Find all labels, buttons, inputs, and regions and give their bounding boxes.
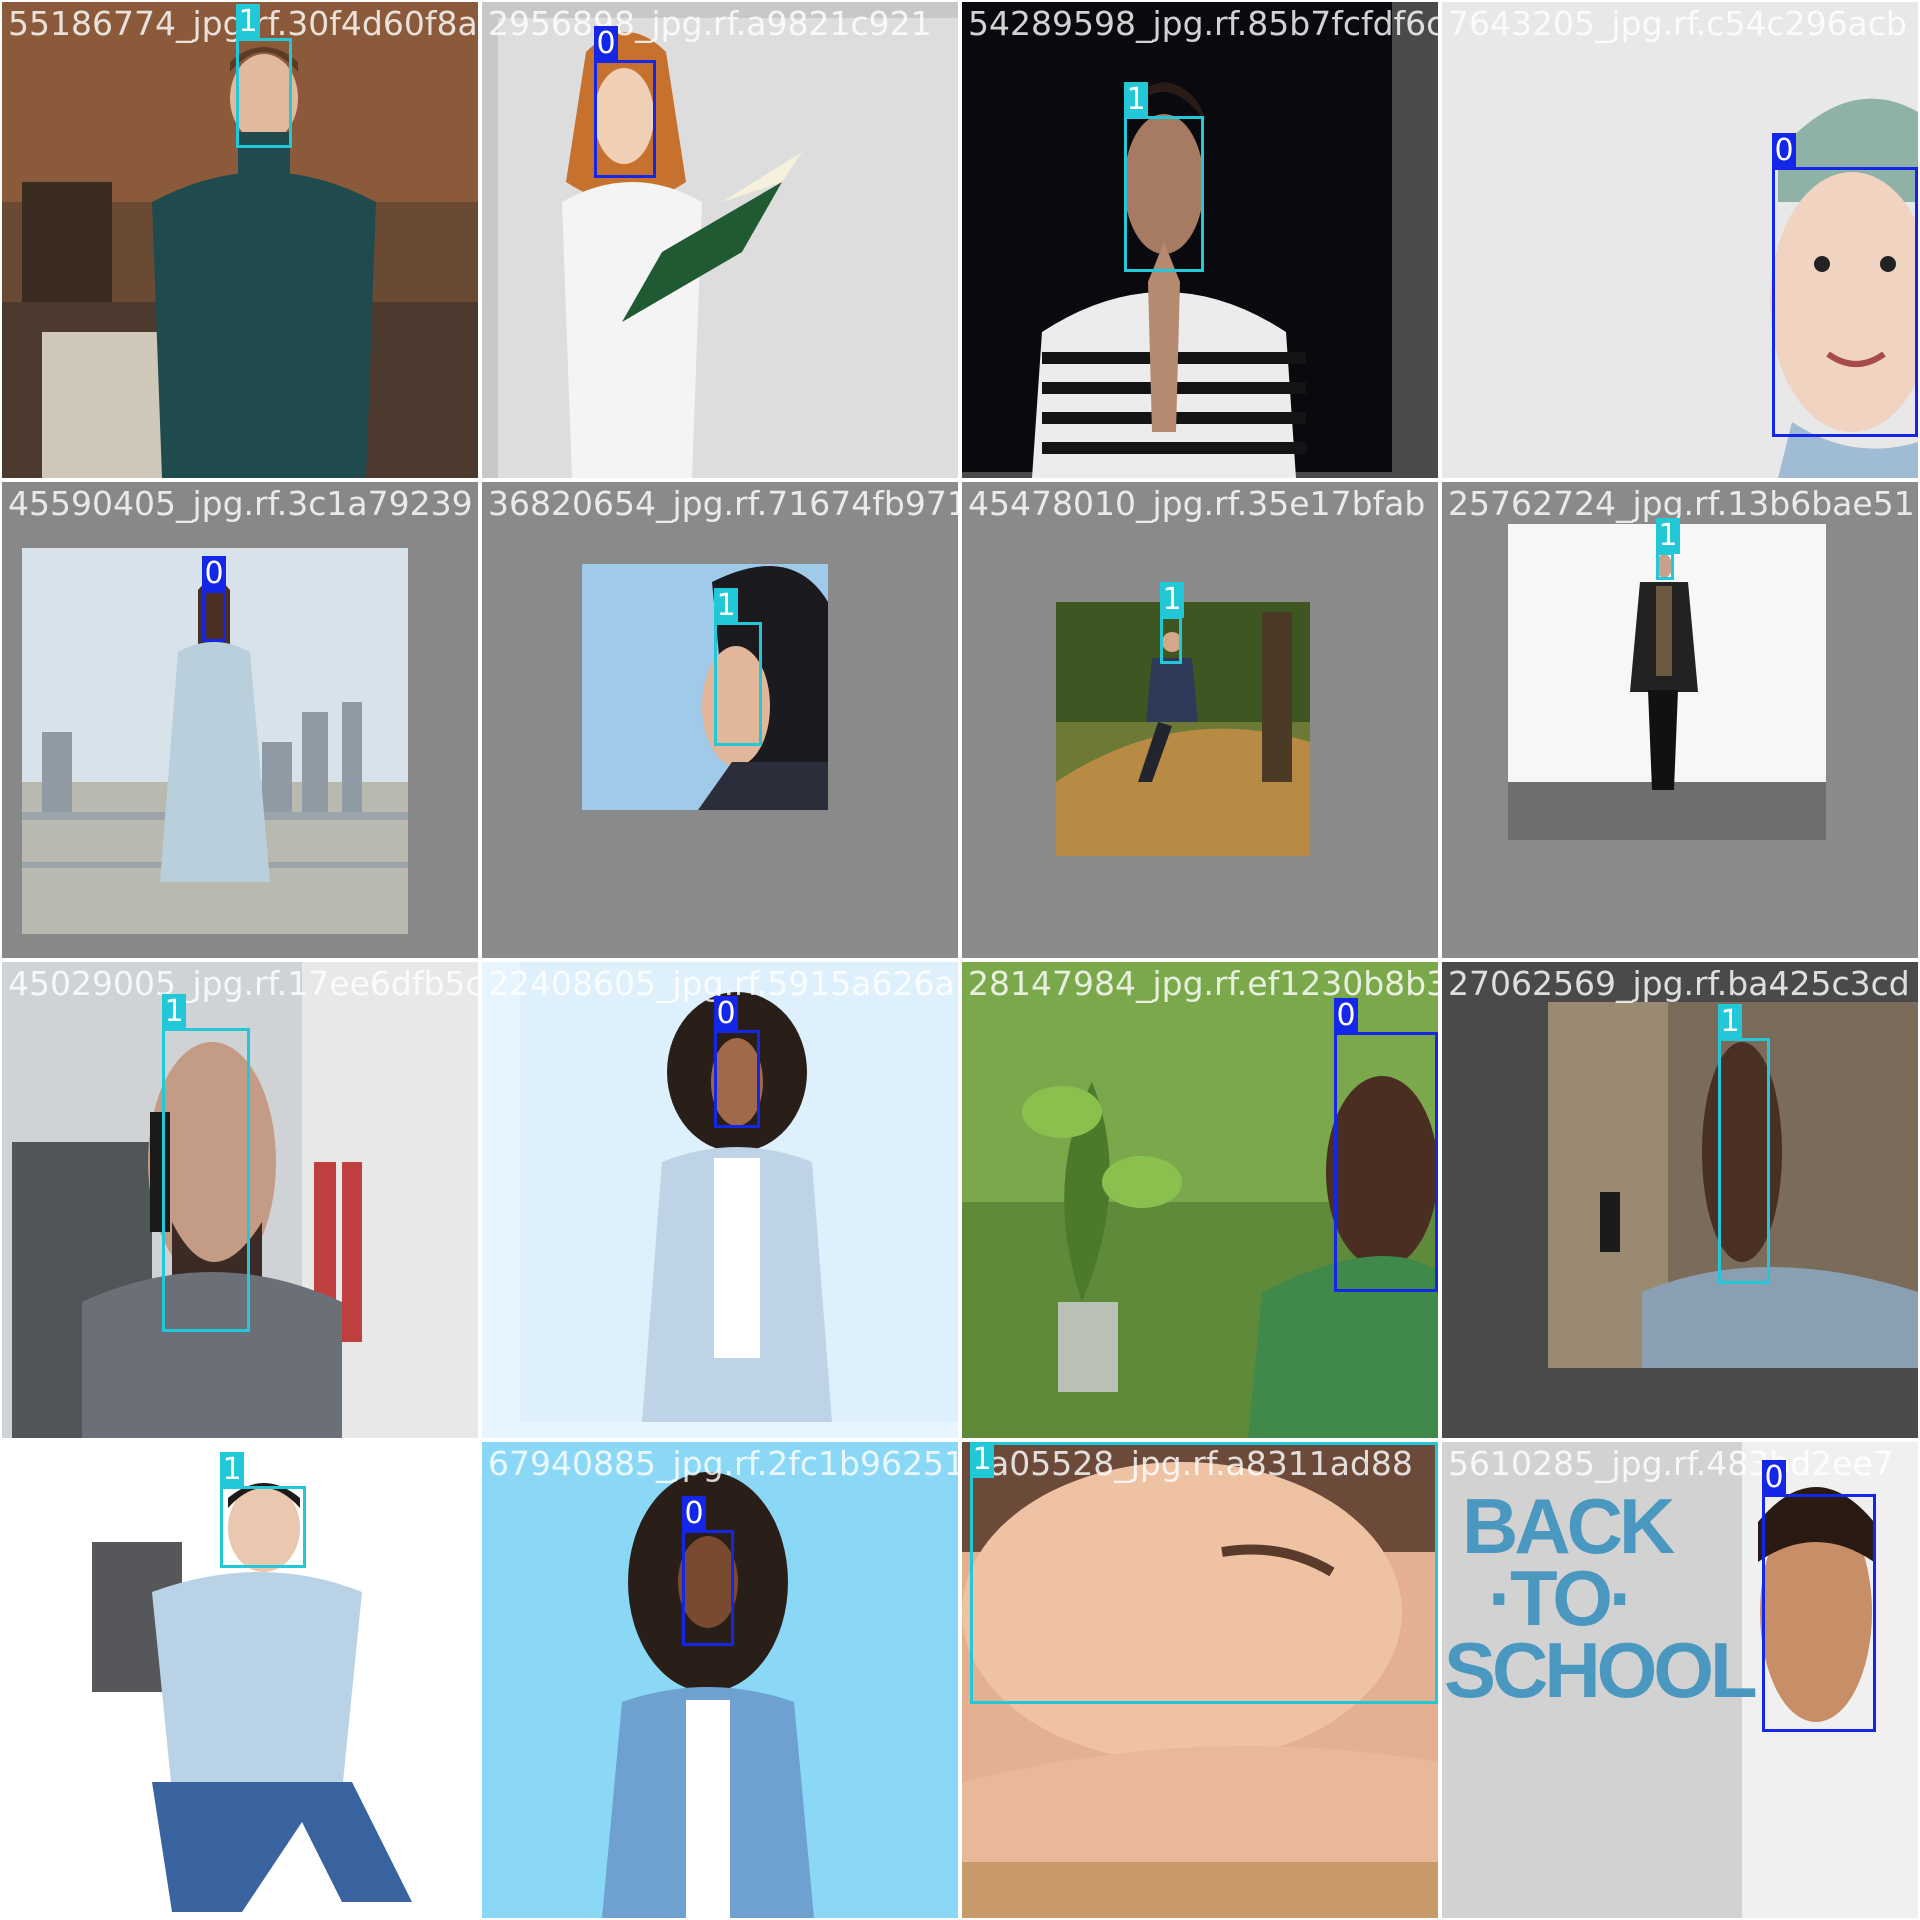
mosaic-tile: 67940885_jpg.rf.2fc1b96251 0: [482, 1442, 958, 1918]
bounding-box: [714, 622, 762, 746]
mosaic-tile: 36820654_jpg.rf.71674fb9718 1: [482, 482, 958, 958]
tile-photo: [1442, 962, 1918, 1438]
mosaic-tile: 2956898_jpg.rf.a9821c921 0: [482, 2, 958, 478]
bounding-box: [594, 60, 656, 178]
bounding-box: [1772, 167, 1918, 437]
mosaic-tile: 54289598_jpg.rf.85b7fcfdf6c 1: [962, 2, 1438, 478]
class-label: 0: [1334, 998, 1358, 1034]
class-label: 1: [1718, 1004, 1742, 1040]
class-label: 0: [1762, 1460, 1786, 1496]
bounding-box: [1124, 116, 1204, 272]
bounding-box: [682, 1530, 734, 1646]
detection-mosaic: 55186774_jpg.rf.30f4d60f8a1 2956898_jpg.…: [0, 0, 1920, 1920]
mosaic-tile: 45029005_jpg.rf.17ee6dfb5c 1: [2, 962, 478, 1438]
bounding-box: [1656, 552, 1674, 580]
mosaic-tile: 22408605_jpg.rf.5915a626a 0: [482, 962, 958, 1438]
sign-text: BACK: [1462, 1482, 1675, 1570]
bounding-box: [162, 1028, 250, 1332]
mosaic-tile: 31216414_jpg.rf.42f1e410d81: [2, 1442, 478, 1918]
tile-photo: [962, 482, 1438, 958]
class-label: 0: [714, 996, 738, 1032]
bounding-box: [202, 590, 226, 642]
class-label: 1: [1160, 582, 1184, 618]
class-label: 1: [970, 1442, 994, 1478]
mosaic-tile: 7643205_jpg.rf.c54c296acb 0: [1442, 2, 1918, 478]
class-label: 0: [594, 26, 618, 62]
bounding-box: [1160, 616, 1182, 664]
tile-photo: [2, 482, 478, 958]
mosaic-tile: 5a05528_jpg.rf.a8311ad88 1: [962, 1442, 1438, 1918]
class-label: 1: [236, 4, 260, 40]
class-label: 0: [682, 1496, 706, 1532]
class-label: 1: [162, 994, 186, 1030]
mosaic-tile: 45590405_jpg.rf.3c1a79239 0: [2, 482, 478, 958]
mosaic-tile: 25762724_jpg.rf.13b6bae51 1: [1442, 482, 1918, 958]
tile-photo: [1442, 482, 1918, 958]
sign-text: SCHOOL: [1444, 1626, 1758, 1714]
class-label: 1: [714, 588, 738, 624]
class-label: 0: [1772, 133, 1796, 169]
class-label: 1: [220, 1452, 244, 1488]
mosaic-tile: 45478010_jpg.rf.35e17bfab 1: [962, 482, 1438, 958]
class-label: 0: [202, 556, 226, 592]
class-label: 1: [1124, 82, 1148, 118]
tile-photo: [482, 2, 958, 478]
mosaic-tile: 27062569_jpg.rf.ba425c3cd 1: [1442, 962, 1918, 1438]
bounding-box: [970, 1442, 1438, 1704]
bounding-box: [220, 1486, 306, 1568]
bounding-box: [1762, 1494, 1876, 1732]
bounding-box: [236, 38, 292, 148]
bounding-box: [1718, 1038, 1770, 1284]
sign-text: ·TO·: [1488, 1554, 1635, 1642]
bounding-box: [1334, 1032, 1438, 1292]
mosaic-tile: BACK ·TO· SCHOOL 5610285_jpg.rf.483bd2ee7 0: [1442, 1442, 1918, 1918]
class-label: 1: [1656, 518, 1680, 554]
bounding-box: [714, 1030, 760, 1128]
mosaic-tile: 55186774_jpg.rf.30f4d60f8a1: [2, 2, 478, 478]
tile-photo: [482, 1442, 958, 1918]
mosaic-tile: 28147984_jpg.rf.ef1230b8b3 0: [962, 962, 1438, 1438]
